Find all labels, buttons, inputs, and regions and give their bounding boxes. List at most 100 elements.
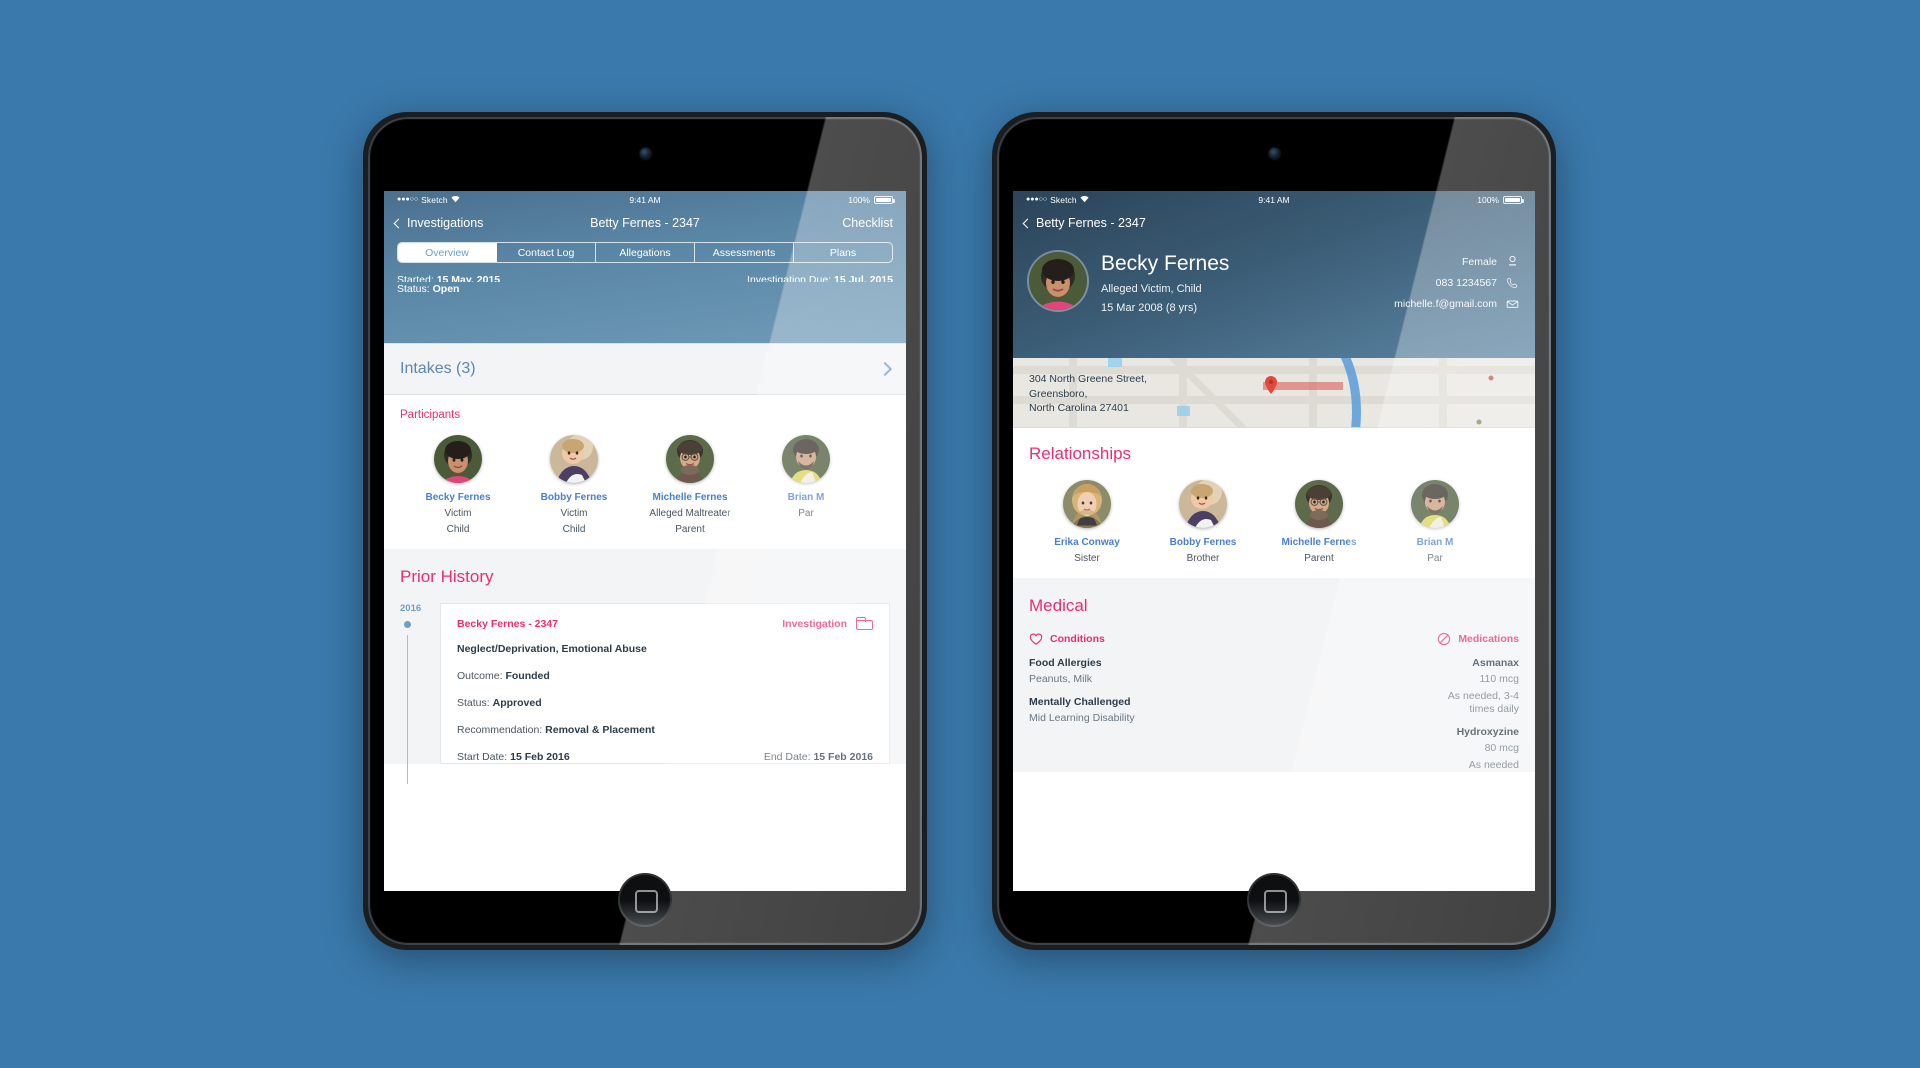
participants-title: Participants bbox=[400, 409, 461, 421]
participants-section: Participants Becky Fernes Victim Child B… bbox=[384, 395, 906, 549]
relationship-item[interactable]: Bobby Fernes Brother bbox=[1145, 480, 1261, 564]
prior-history-title: Prior History bbox=[400, 567, 494, 586]
history-recommendation: Recommendation: Removal & Placement bbox=[457, 724, 655, 736]
relationship-relation: Parent bbox=[1304, 553, 1334, 564]
home-button[interactable] bbox=[1247, 873, 1301, 927]
address-block: 304 North Greene Street, Greensboro, Nor… bbox=[1029, 372, 1147, 416]
history-type-label: Investigation bbox=[782, 617, 847, 630]
medical-title: Medical bbox=[1029, 596, 1088, 615]
status-time: 9:41 AM bbox=[629, 194, 661, 205]
signal-dots-icon: ●●●○○ bbox=[1026, 196, 1048, 203]
status-bar-right-group: 100% bbox=[1477, 194, 1524, 205]
medical-section: Medical Conditions Food Allergies Peanut… bbox=[1013, 578, 1535, 772]
relationship-item[interactable]: Brian M Par bbox=[1377, 480, 1493, 564]
signal-dots-icon: ●●●○○ bbox=[397, 196, 419, 203]
profile-contacts: Female 083 1234567 michelle.f@gmail.com bbox=[1394, 252, 1519, 318]
front-camera-icon bbox=[640, 148, 651, 159]
checklist-button[interactable]: Checklist bbox=[842, 216, 893, 230]
person-icon bbox=[1506, 255, 1519, 268]
participant-relation: Child bbox=[562, 524, 586, 535]
page-title: Betty Fernes - 2347 bbox=[590, 216, 700, 230]
relationship-relation: Par bbox=[1427, 553, 1443, 564]
participant-item[interactable]: Brian M Par bbox=[748, 435, 864, 535]
condition-detail: Peanuts, Milk bbox=[1029, 673, 1093, 685]
phone-icon bbox=[1506, 276, 1519, 289]
nav-bar-left: Investigations Betty Fernes - 2347 Check… bbox=[384, 208, 906, 238]
address-map[interactable]: 304 North Greene Street, Greensboro, Nor… bbox=[1013, 358, 1535, 428]
relationship-name: Brian M bbox=[1416, 537, 1454, 548]
no-entry-icon bbox=[1437, 632, 1451, 646]
started-field: Started: 15 May, 2015 bbox=[397, 274, 501, 282]
profile-phone[interactable]: 083 1234567 bbox=[1394, 276, 1519, 289]
avatar[interactable] bbox=[1029, 252, 1087, 310]
wifi-icon bbox=[451, 195, 460, 205]
timeline: 2016 Becky Fernes - 2347 Investigation N… bbox=[400, 603, 890, 784]
home-button[interactable] bbox=[618, 873, 672, 927]
profile-main: Becky Fernes Alleged Victim, Child 15 Ma… bbox=[1101, 252, 1380, 318]
right-header: ●●●○○ Sketch 9:41 AM 100% Betty Fernes -… bbox=[1013, 191, 1535, 358]
left-header: ●●●○○ Sketch 9:41 AM 100% Investigations… bbox=[384, 191, 906, 343]
carrier-label: Sketch bbox=[1050, 194, 1077, 205]
tab-overview[interactable]: Overview bbox=[398, 243, 497, 262]
medication-frequency: As needed bbox=[1468, 759, 1519, 771]
history-end-date: End Date: 15 Feb 2016 bbox=[763, 751, 873, 763]
relationships-list: Erika Conway Sister Bobby Fernes Brother bbox=[1029, 480, 1519, 578]
avatar bbox=[1295, 480, 1343, 528]
tablet-device-left: ●●●○○ Sketch 9:41 AM 100% Investigations… bbox=[363, 112, 927, 950]
battery-percent-label: 100% bbox=[1477, 194, 1499, 205]
conditions-heading-label: Conditions bbox=[1050, 633, 1105, 645]
mail-icon bbox=[1506, 297, 1519, 310]
condition-detail: Mid Learning Disability bbox=[1029, 712, 1135, 724]
participant-item[interactable]: Becky Fernes Victim Child bbox=[400, 435, 516, 535]
medication-name: Asmanax bbox=[1472, 657, 1519, 669]
history-dates: Start Date: 15 Feb 2016 End Date: 15 Feb… bbox=[457, 751, 873, 763]
back-button[interactable]: Betty Fernes - 2347 bbox=[1022, 216, 1146, 230]
medications-heading: Medications bbox=[1274, 632, 1519, 646]
status-bar-left-group: ●●●○○ Sketch bbox=[1026, 195, 1089, 205]
timeline-year: 2016 bbox=[400, 603, 422, 614]
relationships-title: Relationships bbox=[1029, 444, 1132, 463]
history-card[interactable]: Becky Fernes - 2347 Investigation Neglec… bbox=[440, 603, 890, 764]
relationship-relation: Sister bbox=[1074, 553, 1100, 564]
profile-email[interactable]: michelle.f@gmail.com bbox=[1394, 297, 1519, 310]
participant-item[interactable]: Michelle Fernes Alleged Maltreater Paren… bbox=[632, 435, 748, 535]
header-spacer bbox=[397, 297, 893, 343]
tab-bar-wrapper: Overview Contact Log Allegations Assessm… bbox=[384, 238, 906, 273]
conditions-heading: Conditions bbox=[1029, 632, 1274, 646]
tab-allegations[interactable]: Allegations bbox=[596, 243, 695, 262]
participant-role: Par bbox=[798, 508, 814, 519]
history-allegations: Neglect/Deprivation, Emotional Abuse bbox=[457, 643, 647, 655]
heart-icon bbox=[1029, 632, 1043, 646]
medication-dose: 80 mcg bbox=[1484, 742, 1519, 754]
carrier-label: Sketch bbox=[421, 194, 448, 205]
chevron-right-icon bbox=[877, 361, 893, 377]
page-background: ●●●○○ Sketch 9:41 AM 100% Investigations… bbox=[0, 0, 1920, 1068]
tab-plans[interactable]: Plans bbox=[794, 243, 892, 262]
avatar bbox=[782, 435, 830, 483]
screen-left: ●●●○○ Sketch 9:41 AM 100% Investigations… bbox=[384, 191, 906, 891]
participant-item[interactable]: Bobby Fernes Victim Child bbox=[516, 435, 632, 535]
history-card-header: Becky Fernes - 2347 Investigation bbox=[457, 617, 873, 630]
case-meta: Started: 15 May, 2015 Investigation Due:… bbox=[384, 273, 906, 343]
intakes-row[interactable]: Intakes (3) bbox=[384, 343, 906, 395]
profile-role: Alleged Victim, Child bbox=[1101, 283, 1202, 295]
avatar bbox=[434, 435, 482, 483]
relationship-name: Michelle Fernes bbox=[1281, 537, 1357, 548]
relationship-item[interactable]: Erika Conway Sister bbox=[1029, 480, 1145, 564]
tab-contact-log[interactable]: Contact Log bbox=[497, 243, 596, 262]
case-meta-row-status: Status: Open bbox=[397, 282, 893, 297]
medication-name: Hydroxyzine bbox=[1456, 726, 1519, 738]
profile-name: Becky Fernes bbox=[1101, 252, 1230, 275]
relationship-name: Bobby Fernes bbox=[1169, 537, 1237, 548]
condition-name: Mentally Challenged bbox=[1029, 696, 1131, 708]
relationship-item[interactable]: Michelle Fernes Parent bbox=[1261, 480, 1377, 564]
avatar bbox=[1063, 480, 1111, 528]
profile-gender-value: Female bbox=[1461, 255, 1497, 268]
tab-assessments[interactable]: Assessments bbox=[695, 243, 794, 262]
avatar bbox=[666, 435, 714, 483]
status-bar-right-group: 100% bbox=[848, 195, 895, 205]
participant-name: Michelle Fernes bbox=[652, 492, 728, 503]
history-start-date: Start Date: 15 Feb 2016 bbox=[457, 751, 570, 763]
profile-email-value: michelle.f@gmail.com bbox=[1394, 297, 1497, 310]
battery-icon bbox=[874, 195, 895, 204]
